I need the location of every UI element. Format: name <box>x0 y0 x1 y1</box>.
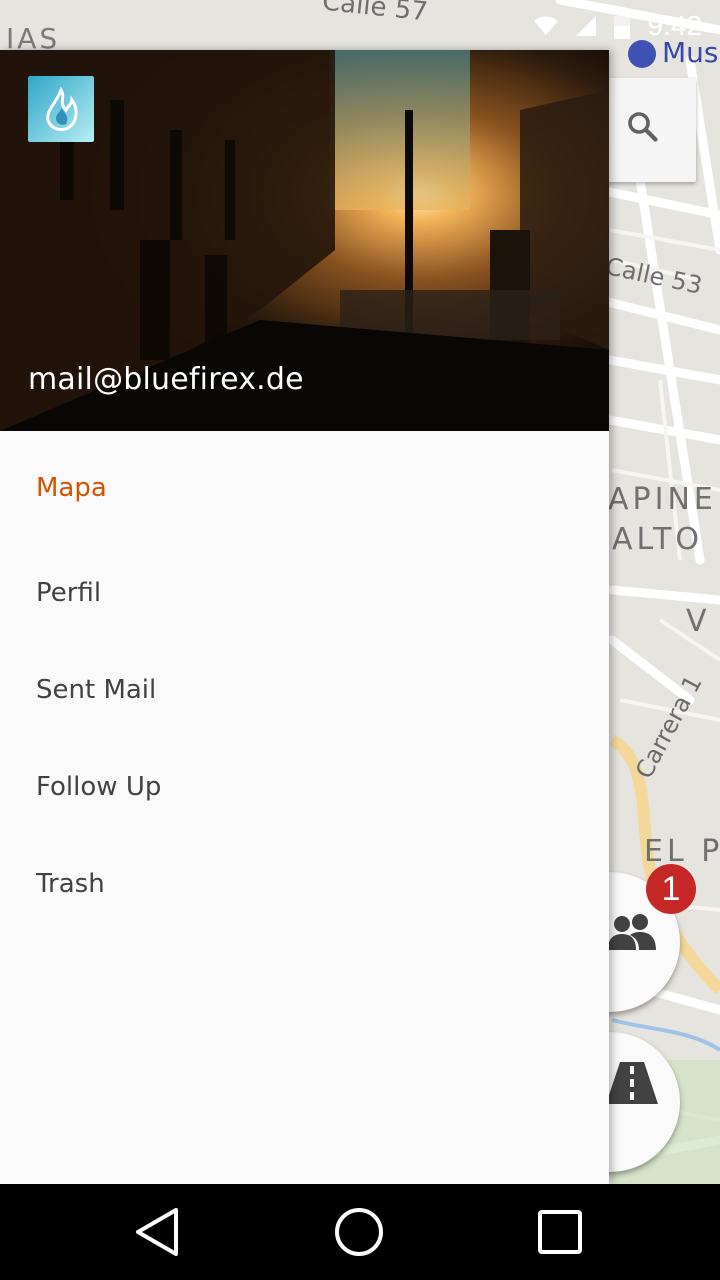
wifi-icon <box>533 16 558 35</box>
menu-item-follow-up[interactable]: Follow Up <box>0 738 609 835</box>
navigation-drawer: mail@bluefirex.de Mapa Perfil Sent Mail … <box>0 50 609 1184</box>
recents-icon[interactable] <box>532 1204 588 1260</box>
menu-item-perfil[interactable]: Perfil <box>0 544 609 641</box>
app-logo[interactable] <box>28 76 94 142</box>
road-icon <box>606 1062 658 1104</box>
system-navigation-bar <box>0 1184 720 1280</box>
menu-item-mapa[interactable]: Mapa <box>0 431 609 544</box>
map-area-label: ALTO <box>612 522 704 557</box>
account-email[interactable]: mail@bluefirex.de <box>28 362 304 397</box>
drawer-header: mail@bluefirex.de <box>0 50 609 431</box>
home-icon[interactable] <box>331 1204 387 1260</box>
map-area-label: V <box>686 604 707 639</box>
people-icon <box>608 914 656 950</box>
drawer-menu: Mapa Perfil Sent Mail Follow Up Trash <box>0 431 609 932</box>
status-clock: 9:42 <box>647 10 703 41</box>
cell-signal-icon <box>575 16 596 36</box>
map-area-label: APINE <box>608 482 717 517</box>
status-bar: 9:42 <box>0 0 720 50</box>
search-icon[interactable] <box>624 108 660 144</box>
flame-icon <box>46 86 78 132</box>
battery-icon <box>613 13 630 39</box>
menu-item-sent-mail[interactable]: Sent Mail <box>0 641 609 738</box>
menu-item-trash[interactable]: Trash <box>0 835 609 932</box>
map-area-label: EL P <box>644 834 720 869</box>
back-icon[interactable] <box>130 1204 186 1260</box>
notification-badge: 1 <box>646 864 696 914</box>
